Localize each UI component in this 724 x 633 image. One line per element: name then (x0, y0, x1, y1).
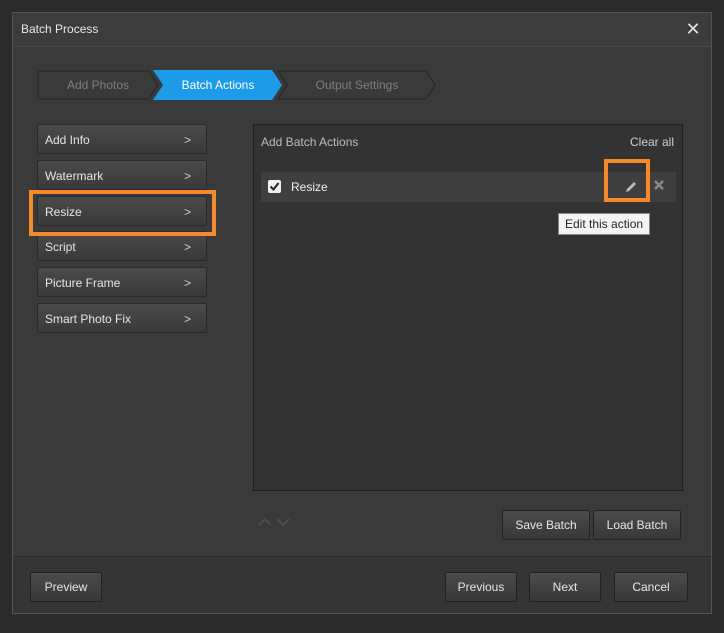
load-batch-button[interactable]: Load Batch (593, 510, 681, 540)
step-output-settings[interactable]: Output Settings (277, 70, 437, 100)
cancel-button[interactable]: Cancel (614, 572, 688, 602)
action-label: Add Info (45, 133, 90, 147)
title-bar: Batch Process ✕ (13, 13, 711, 47)
preview-button[interactable]: Preview (30, 572, 102, 602)
x-icon[interactable] (652, 178, 668, 194)
action-watermark[interactable]: Watermark > (37, 160, 207, 190)
enable-checkbox[interactable] (268, 180, 281, 193)
next-button[interactable]: Next (529, 572, 601, 602)
close-button[interactable]: ✕ (681, 17, 705, 41)
step-label: Batch Actions (181, 78, 255, 92)
action-label: Picture Frame (45, 276, 121, 290)
batch-process-dialog: Batch Process ✕ Add Photos Batch Actions… (12, 12, 712, 614)
edit-highlight (604, 159, 650, 202)
step-batch-actions[interactable]: Batch Actions (153, 70, 283, 100)
action-add-info[interactable]: Add Info > (37, 124, 207, 154)
chevron-right-icon: > (183, 133, 191, 147)
reorder-arrows (257, 516, 297, 530)
step-add-photos[interactable]: Add Photos (37, 70, 159, 100)
chevron-right-icon: > (183, 240, 191, 254)
window-title: Batch Process (21, 22, 99, 36)
previous-button[interactable]: Previous (445, 572, 517, 602)
edit-tooltip: Edit this action (558, 213, 651, 235)
chevron-right-icon: > (183, 312, 191, 326)
check-icon (269, 182, 280, 192)
chevron-down-icon[interactable] (275, 516, 291, 528)
panel-title: Add Batch Actions (261, 135, 359, 149)
clear-all-link[interactable]: Clear all (630, 135, 674, 149)
action-item-label: Resize (291, 180, 328, 194)
footer: Preview Previous Next Cancel (13, 557, 711, 613)
step-label: Add Photos (66, 78, 130, 92)
chevron-right-icon: > (183, 276, 191, 290)
chevron-right-icon: > (183, 169, 191, 183)
chevron-up-icon[interactable] (257, 516, 273, 528)
save-batch-button[interactable]: Save Batch (502, 510, 590, 540)
action-label: Watermark (45, 169, 104, 183)
step-label: Output Settings (315, 78, 399, 92)
action-label: Script (45, 240, 76, 254)
action-picture-frame[interactable]: Picture Frame > (37, 267, 207, 297)
action-label: Smart Photo Fix (45, 312, 132, 326)
resize-highlight (29, 190, 216, 236)
action-smart-photo-fix[interactable]: Smart Photo Fix > (37, 303, 207, 333)
